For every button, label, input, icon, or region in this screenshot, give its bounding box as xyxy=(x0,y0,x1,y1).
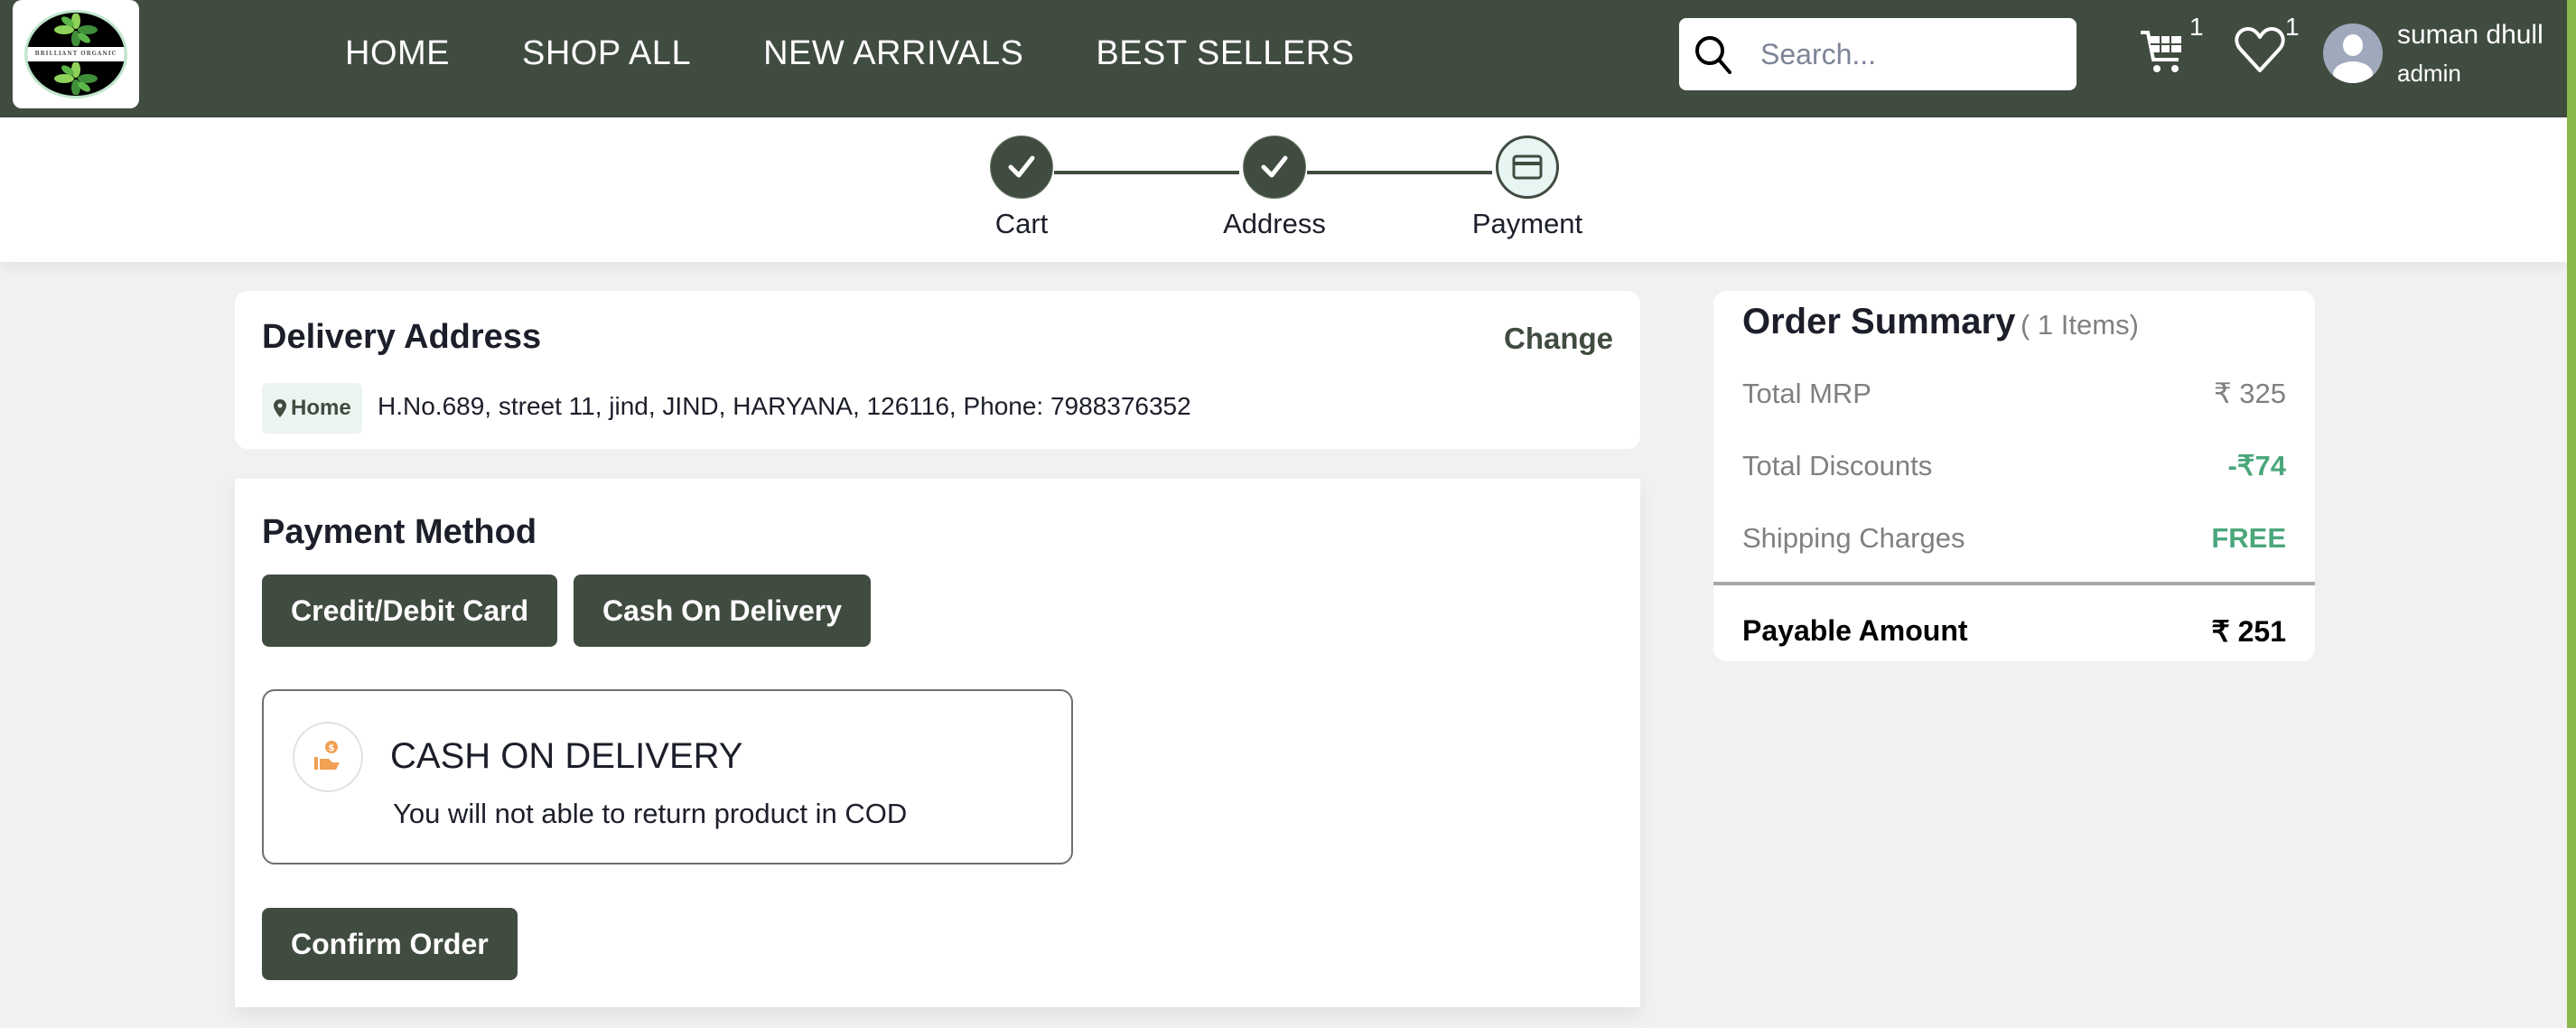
confirm-order-button[interactable]: Confirm Order xyxy=(262,908,518,980)
nav-new-arrivals[interactable]: NEW ARRIVALS xyxy=(763,34,1023,73)
delivery-address-title: Delivery Address xyxy=(262,318,542,356)
order-items-count: ( 1 Items) xyxy=(2021,309,2139,341)
search-icon[interactable] xyxy=(1690,31,1737,78)
leaf-icon xyxy=(44,61,107,96)
summary-label: Total MRP xyxy=(1742,378,1871,409)
delivery-address-card: Delivery Address Change Home H.No.689, s… xyxy=(235,291,1640,449)
summary-row-discounts: Total Discounts -₹74 xyxy=(1742,450,2286,482)
step-circle xyxy=(1243,136,1306,199)
summary-label: Shipping Charges xyxy=(1742,522,1965,554)
svg-text:$: $ xyxy=(329,743,335,753)
cart-icon xyxy=(2141,31,2181,72)
step-address[interactable]: Address xyxy=(1184,136,1365,240)
summary-value: FREE xyxy=(2211,522,2286,554)
logo-text: BRILLIANT ORGANIC xyxy=(27,47,125,61)
nav-shop-all[interactable]: SHOP ALL xyxy=(522,34,691,73)
order-summary-card: Order Summary ( 1 Items) Total MRP ₹ 325… xyxy=(1713,291,2315,661)
cash-in-hand-icon: $ xyxy=(293,722,363,792)
summary-label: Total Discounts xyxy=(1742,450,1933,481)
cash-on-delivery-button[interactable]: Cash On Delivery xyxy=(574,575,871,647)
logo-emblem: BRILLIANT ORGANIC xyxy=(24,10,127,98)
leaf-icon xyxy=(44,13,107,47)
address-tag-label: Home xyxy=(291,396,351,420)
checkout-stepper: Cart Address Payment xyxy=(0,117,2567,262)
nav-home[interactable]: HOME xyxy=(345,34,450,73)
address-type-tag: Home xyxy=(262,383,362,434)
step-label: Address xyxy=(1223,208,1326,239)
cart-button[interactable]: 1 xyxy=(2137,13,2204,78)
payable-label: Payable Amount xyxy=(1742,614,1968,647)
step-circle xyxy=(990,136,1053,199)
credit-debit-card-button[interactable]: Credit/Debit Card xyxy=(262,575,558,647)
step-label: Cart xyxy=(994,208,1049,239)
user-icon xyxy=(2333,34,2373,83)
step-label: Payment xyxy=(1471,208,1583,239)
heart-icon xyxy=(2235,27,2285,72)
logo[interactable]: BRILLIANT ORGANIC xyxy=(13,0,139,108)
step-payment[interactable]: Payment xyxy=(1437,136,1618,240)
payment-method-card: Payment Method Credit/Debit Card Cash On… xyxy=(235,479,1640,1007)
cart-count-badge: 1 xyxy=(2189,13,2204,41)
change-address-link[interactable]: Change xyxy=(1504,322,1613,356)
nav-best-sellers[interactable]: BEST SELLERS xyxy=(1096,34,1354,73)
payable-value: ₹ 251 xyxy=(2211,615,2286,648)
search-input[interactable] xyxy=(1760,37,2049,71)
summary-payable-row: Payable Amount ₹ 251 xyxy=(1742,614,2286,649)
avatar[interactable] xyxy=(2323,23,2383,83)
step-cart[interactable]: Cart xyxy=(931,136,1112,240)
user-role: admin xyxy=(2397,60,2461,87)
summary-row-total-mrp: Total MRP ₹ 325 xyxy=(1742,378,2286,410)
credit-card-icon xyxy=(1512,154,1543,180)
search-bar xyxy=(1679,18,2077,90)
check-icon xyxy=(1261,155,1288,178)
main-nav: HOME SHOP ALL NEW ARRIVALS BEST SELLERS xyxy=(345,34,1355,73)
cod-info-box: $ CASH ON DELIVERY You will not able to … xyxy=(262,689,1073,864)
map-pin-icon xyxy=(274,399,286,417)
wishlist-count-badge: 1 xyxy=(2285,13,2300,41)
step-circle xyxy=(1496,136,1559,199)
user-name[interactable]: suman dhull xyxy=(2397,20,2543,51)
summary-row-shipping: Shipping Charges FREE xyxy=(1742,522,2286,555)
header: BRILLIANT ORGANIC HOME SHOP ALL NEW ARRI… xyxy=(0,0,2567,117)
cod-title: CASH ON DELIVERY xyxy=(390,736,743,776)
summary-divider xyxy=(1713,582,2315,585)
check-icon xyxy=(1008,155,1035,178)
wishlist-button[interactable]: 1 xyxy=(2233,13,2300,78)
cod-description: You will not able to return product in C… xyxy=(393,798,908,829)
scrollbar-accent xyxy=(2567,0,2576,1028)
order-summary-title: Order Summary xyxy=(1742,302,2016,341)
summary-value: -₹74 xyxy=(2227,450,2286,481)
payment-method-title: Payment Method xyxy=(262,513,537,551)
summary-value: ₹ 325 xyxy=(2213,378,2286,409)
address-text: H.No.689, street 11, jind, JIND, HARYANA… xyxy=(378,392,1191,420)
